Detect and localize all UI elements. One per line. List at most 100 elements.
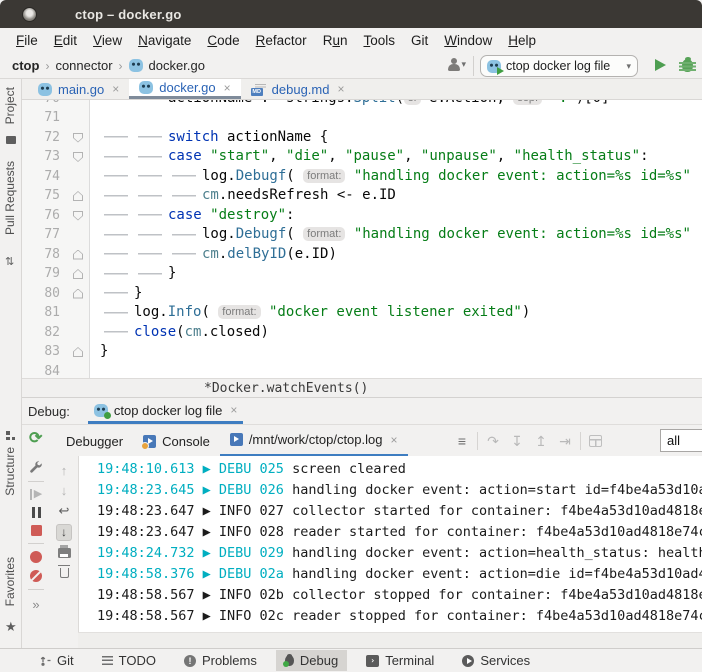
- code-line: 73case "start", "die", "pause", "unpause…: [22, 147, 702, 167]
- chevron-down-icon: ▾: [461, 59, 466, 70]
- log-line: 19:48:10.613 ▶ DEBU 025 screen cleared: [97, 459, 702, 480]
- step-out-icon[interactable]: ↥: [529, 433, 553, 450]
- log-console[interactable]: 19:48:10.613 ▶ DEBU 025 screen cleared 19…: [78, 456, 702, 632]
- fold-marker-icon[interactable]: [73, 289, 83, 299]
- code-line: 84: [22, 362, 702, 379]
- close-icon[interactable]: ×: [230, 403, 237, 417]
- code-token: ":": [542, 100, 576, 106]
- step-into-icon[interactable]: ↧: [505, 433, 529, 450]
- statusbar-item-todo[interactable]: TODO: [93, 650, 165, 671]
- run-to-cursor-icon[interactable]: ⇥: [553, 433, 577, 450]
- tab-debugger[interactable]: Debugger: [56, 425, 133, 457]
- menu-navigate[interactable]: Navigate: [130, 30, 199, 51]
- log-prefix: 19:48:58.376 ▶ DEBU 02a: [97, 566, 292, 582]
- next-occurrence-icon[interactable]: ↓: [61, 484, 68, 497]
- breakpoints-icon[interactable]: [30, 551, 42, 563]
- more-actions-icon[interactable]: »: [32, 597, 39, 612]
- menu-refactor[interactable]: Refactor: [248, 30, 315, 51]
- code-text: cm.needsRefresh <- e.ID: [90, 186, 396, 206]
- menu-help[interactable]: Help: [500, 30, 544, 51]
- tab-debug-md[interactable]: debug.md ×: [241, 79, 355, 99]
- statusbar-label: Problems: [202, 653, 257, 668]
- menu-file[interactable]: File: [8, 30, 46, 51]
- code-token: )[0]: [576, 100, 610, 106]
- print-icon[interactable]: [58, 548, 71, 558]
- tab-whitespace-mark: [134, 208, 168, 222]
- tool-stripe-project[interactable]: Project: [3, 87, 17, 124]
- tab-log-file[interactable]: /mnt/work/ctop/ctop.log ×: [220, 425, 408, 457]
- code-token: "health_status": [514, 148, 640, 164]
- statusbar-item-problems[interactable]: ! Problems: [175, 650, 266, 671]
- scroll-to-end-icon[interactable]: ↓: [56, 524, 72, 541]
- mute-breakpoints-icon[interactable]: [30, 570, 42, 582]
- debug-session-tab[interactable]: ctop docker log file ×: [88, 399, 243, 424]
- tab-whitespace-mark: [100, 149, 134, 163]
- step-over-icon[interactable]: ↷: [481, 433, 505, 450]
- menu-run[interactable]: Run: [315, 30, 356, 51]
- statusbar-item-terminal[interactable]: › Terminal: [357, 650, 443, 671]
- horizontal-scrollbar[interactable]: [78, 632, 702, 648]
- line-number: 72: [22, 128, 68, 148]
- close-icon[interactable]: ×: [224, 81, 231, 95]
- tab-whitespace-mark: [134, 149, 168, 163]
- layout-menu-icon[interactable]: ≡: [450, 433, 474, 449]
- debug-button[interactable]: [682, 59, 693, 72]
- tool-stripe-pull-requests[interactable]: Pull Requests: [3, 161, 17, 235]
- menu-git[interactable]: Git: [403, 30, 436, 51]
- close-icon[interactable]: ×: [390, 433, 397, 447]
- code-token: ,: [328, 148, 345, 164]
- close-icon[interactable]: ×: [337, 82, 344, 96]
- fold-marker-icon[interactable]: [73, 347, 83, 357]
- code-token: Info: [168, 304, 202, 320]
- breadcrumb-package[interactable]: connector: [55, 58, 112, 73]
- breadcrumb-file[interactable]: docker.go: [149, 58, 205, 73]
- fold-marker-icon[interactable]: [73, 211, 83, 221]
- code-token: ,: [404, 148, 421, 164]
- rerun-icon[interactable]: ⟳: [29, 431, 42, 447]
- tool-stripe-structure[interactable]: Structure: [3, 447, 17, 496]
- statusbar-label: Debug: [300, 653, 338, 668]
- close-icon[interactable]: ×: [112, 82, 119, 96]
- resume-program-icon[interactable]: ▶: [30, 489, 42, 500]
- log-filter-input[interactable]: all: [660, 429, 702, 452]
- tool-stripe-favorites[interactable]: Favorites: [3, 557, 17, 606]
- fold-marker-icon[interactable]: [73, 152, 83, 162]
- problems-icon: !: [184, 655, 196, 667]
- statusbar-item-git[interactable]: Git: [30, 650, 83, 671]
- soft-wrap-icon[interactable]: ↩: [59, 504, 70, 517]
- menu-edit[interactable]: Edit: [46, 30, 85, 51]
- run-config-select[interactable]: ctop docker log file ▾: [480, 55, 638, 77]
- menu-tools[interactable]: Tools: [355, 30, 403, 51]
- code-token: "die": [286, 148, 328, 164]
- project-icon: [6, 136, 16, 144]
- prev-occurrence-icon[interactable]: ↑: [61, 464, 68, 477]
- code-editor[interactable]: 70actionName := strings.Split(s: e.Actio…: [22, 100, 702, 378]
- code-token: (: [396, 100, 404, 106]
- breadcrumb-project[interactable]: ctop: [12, 58, 39, 73]
- statusbar-item-services[interactable]: Services: [453, 650, 539, 671]
- tab-docker-go[interactable]: docker.go ×: [129, 79, 240, 99]
- code-token: :: [286, 207, 294, 223]
- stop-icon[interactable]: [31, 525, 42, 536]
- fold-marker-icon[interactable]: [73, 269, 83, 279]
- tab-whitespace-mark: [100, 227, 134, 241]
- window-button-icon[interactable]: [22, 7, 37, 22]
- fold-marker-icon[interactable]: [73, 250, 83, 260]
- evaluate-expression-icon[interactable]: [589, 435, 602, 447]
- user-account-button[interactable]: ▾: [447, 58, 466, 71]
- fold-marker-icon[interactable]: [73, 191, 83, 201]
- code-line: 83}: [22, 342, 702, 362]
- settings-wrench-icon[interactable]: [29, 460, 43, 474]
- clear-all-icon[interactable]: [60, 568, 69, 578]
- fold-marker-icon[interactable]: [73, 133, 83, 143]
- chevron-icon: ›: [119, 59, 123, 73]
- statusbar-item-debug[interactable]: Debug: [276, 650, 347, 671]
- tab-main-go[interactable]: main.go ×: [28, 79, 129, 99]
- run-button[interactable]: [655, 59, 666, 71]
- menu-view[interactable]: View: [85, 30, 130, 51]
- menu-window[interactable]: Window: [436, 30, 500, 51]
- code-token: cm: [202, 246, 219, 262]
- menu-code[interactable]: Code: [199, 30, 247, 51]
- tab-console[interactable]: Console: [133, 425, 220, 457]
- pause-program-icon[interactable]: [32, 507, 41, 518]
